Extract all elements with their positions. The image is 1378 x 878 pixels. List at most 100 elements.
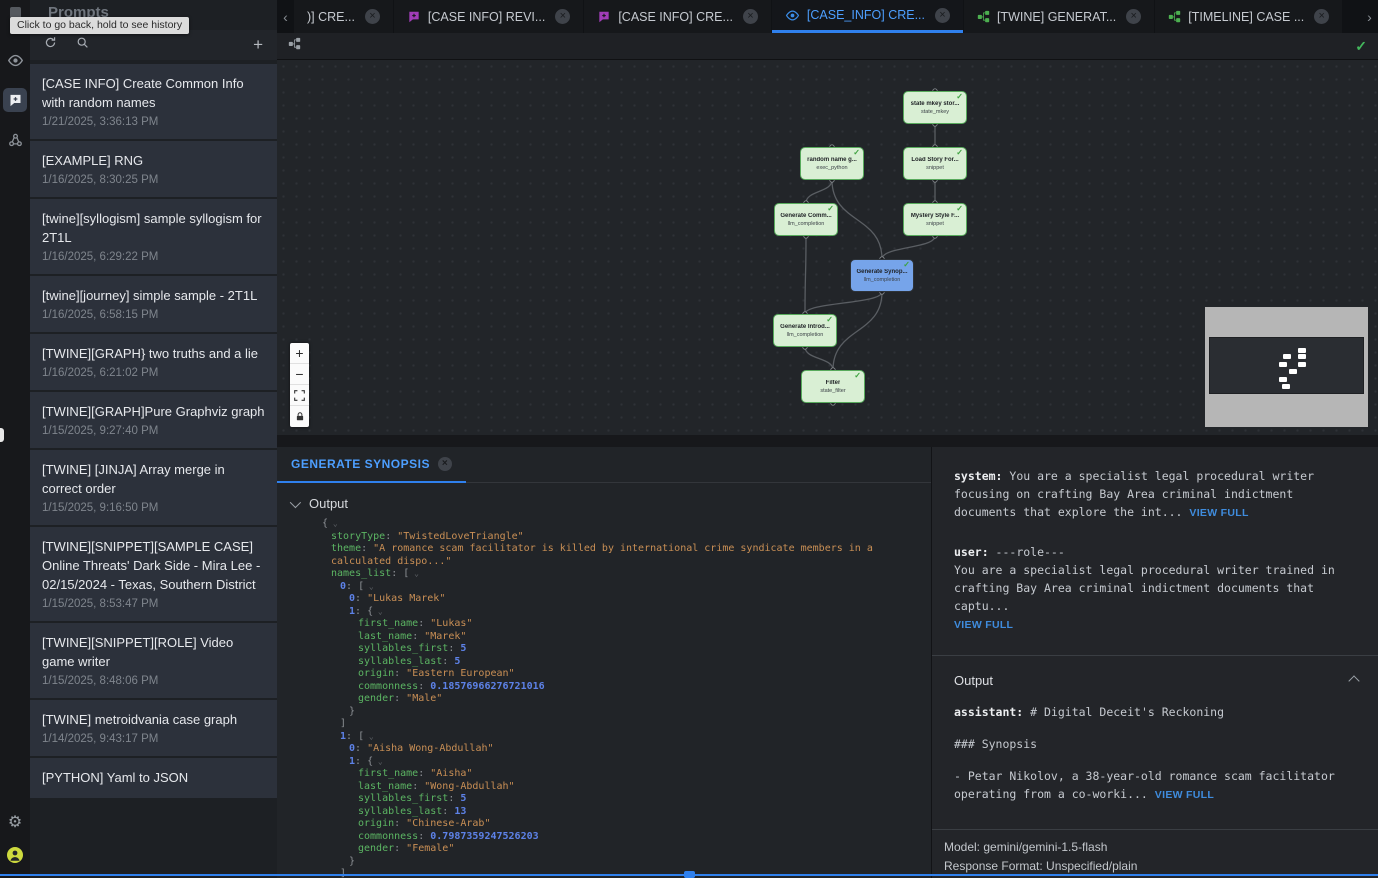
- flow-node-llm_completion[interactable]: Generate Comm...llm_completion✓: [774, 203, 838, 236]
- code-line: calculated dispo...": [322, 556, 931, 569]
- check-icon: ✓: [853, 148, 860, 157]
- node-output-panel: GENERATE SYNOPSIS × Output { ⌄storyType:…: [277, 447, 932, 878]
- prompt-timestamp: 1/16/2025, 8:30:25 PM: [42, 174, 265, 186]
- zoom-in-button[interactable]: +: [290, 343, 309, 364]
- code-line: 0: [ ⌄: [322, 581, 931, 594]
- json-output-tree[interactable]: { ⌄storyType: "TwistedLoveTriangle"theme…: [277, 518, 931, 878]
- system-role-label: system:: [954, 469, 1002, 483]
- minimap[interactable]: [1205, 307, 1368, 427]
- code-line: 0: "Aisha Wong-Abdullah": [322, 743, 931, 756]
- bottom-tab-label: GENERATE SYNOPSIS: [291, 457, 430, 471]
- minimap-node: [1298, 348, 1306, 353]
- node-title: Filter: [826, 380, 841, 386]
- model-info-footer: Model: gemini/gemini-1.5-flash Response …: [932, 829, 1378, 878]
- chat-icon: [407, 10, 421, 24]
- gear-icon[interactable]: ⚙: [8, 815, 22, 831]
- list-item[interactable]: [TWINE] [JINJA] Array merge in correct o…: [30, 450, 277, 525]
- lock-button[interactable]: [290, 406, 309, 427]
- close-icon[interactable]: ×: [438, 457, 452, 471]
- code-line: ]: [322, 868, 931, 878]
- left-panel-resize-handle[interactable]: [0, 428, 4, 442]
- check-icon: ✓: [956, 148, 963, 157]
- search-icon[interactable]: [76, 36, 89, 54]
- list-item[interactable]: [TWINE][SNIPPET][SAMPLE CASE] Online Thr…: [30, 527, 277, 621]
- assistant-text: - Petar Nikolov, a 38-year-old romance s…: [954, 769, 1335, 801]
- tabs-scroll-left[interactable]: ‹: [277, 0, 294, 33]
- flow-node-state_mkey[interactable]: state mkey stor...state_mkey✓: [903, 91, 967, 124]
- tabs-scroll-right[interactable]: ›: [1361, 0, 1378, 33]
- tab-3[interactable]: [CASE INFO] CRE...×: [584, 0, 771, 33]
- refresh-icon[interactable]: [44, 36, 57, 54]
- list-item[interactable]: [twine][syllogism] sample syllogism for …: [30, 199, 277, 274]
- zoom-out-button[interactable]: −: [290, 364, 309, 385]
- close-icon[interactable]: ×: [1126, 9, 1141, 24]
- tab-4[interactable]: [CASE_INFO] CRE...×: [772, 0, 963, 33]
- prompt-timestamp: 1/16/2025, 6:29:22 PM: [42, 251, 265, 263]
- list-item[interactable]: [CASE INFO] Create Common Info with rand…: [30, 64, 277, 139]
- flow-valid-check-icon: ✓: [1355, 38, 1367, 55]
- add-prompt-button[interactable]: +: [253, 35, 263, 55]
- node-title: Mystery Style F...: [911, 213, 959, 219]
- view-full-link[interactable]: VIEW FULL: [1189, 507, 1248, 519]
- list-item[interactable]: [TWINE][GRAPH} two truths and a lie1/16/…: [30, 334, 277, 390]
- node-subtitle: snippet: [926, 221, 944, 227]
- view-full-link[interactable]: VIEW FULL: [954, 619, 1013, 631]
- flow-node-exec_python[interactable]: random name g...exec_python✓: [800, 147, 864, 180]
- bottom-area: GENERATE SYNOPSIS × Output { ⌄storyType:…: [277, 447, 1378, 878]
- prompt-title: [TWINE] metroidvania case graph: [42, 710, 265, 729]
- list-item[interactable]: [TWINE][GRAPH]Pure Graphviz graph1/15/20…: [30, 392, 277, 448]
- prompts-chat-icon[interactable]: [3, 88, 27, 112]
- code-line: commonness: 0.18576966276721016: [322, 681, 931, 694]
- fit-view-button[interactable]: [290, 385, 309, 406]
- list-item[interactable]: [TWINE][SNIPPET][ROLE] Video game writer…: [30, 623, 277, 698]
- bottom-resize-grip[interactable]: [684, 871, 695, 878]
- list-item[interactable]: [twine][journey] simple sample - 2T1L1/1…: [30, 276, 277, 332]
- tab-label: )] CRE...: [307, 10, 355, 24]
- tab-6[interactable]: [TIMELINE] CASE ...×: [1155, 0, 1342, 33]
- main-area: ‹ )] CRE...×[CASE INFO] REVI...×[CASE IN…: [277, 0, 1378, 878]
- node-subtitle: state_mkey: [921, 109, 949, 115]
- close-icon[interactable]: ×: [365, 9, 380, 24]
- view-full-link[interactable]: VIEW FULL: [1155, 789, 1214, 801]
- flow-node-llm_completion[interactable]: Generate Synop...llm_completion✓: [850, 259, 914, 292]
- list-item[interactable]: [EXAMPLE] RNG1/16/2025, 8:30:25 PM: [30, 141, 277, 197]
- output-section-header[interactable]: Output: [277, 483, 931, 518]
- close-icon[interactable]: ×: [1314, 9, 1329, 24]
- close-icon[interactable]: ×: [935, 8, 950, 23]
- close-icon[interactable]: ×: [555, 9, 570, 24]
- code-line: 1: [ ⌄: [322, 731, 931, 744]
- tab-5[interactable]: [TWINE] GENERAT... ×: [964, 0, 1154, 33]
- tab-2[interactable]: [CASE INFO] REVI...×: [394, 0, 583, 33]
- code-line: gender: "Male": [322, 693, 931, 706]
- assistant-title: # Digital Deceit's Reckoning: [1023, 705, 1224, 719]
- node-subtitle: llm_completion: [864, 277, 901, 283]
- flow-node-snippet[interactable]: Mystery Style F...snippet✓: [903, 203, 967, 236]
- inspector-panel: system: You are a specialist legal proce…: [932, 447, 1378, 878]
- node-subtitle: llm_completion: [788, 221, 825, 227]
- tab-generate-synopsis[interactable]: GENERATE SYNOPSIS ×: [277, 448, 466, 483]
- flow-node-llm_completion[interactable]: Generate Introd...llm_completion✓: [773, 314, 837, 347]
- app-window: ⚙ Prompts + [CASE INFO] Create Common In…: [0, 0, 1378, 878]
- flow-graph-icon[interactable]: [288, 37, 301, 55]
- prompt-timestamp: 1/16/2025, 6:58:15 PM: [42, 309, 265, 321]
- prompt-title: [twine][syllogism] sample syllogism for …: [42, 209, 265, 247]
- flow-node-state_filter[interactable]: Filterstate_filter✓: [801, 370, 865, 403]
- flow-node-snippet[interactable]: Load Story For...snippet✓: [903, 147, 967, 180]
- list-item[interactable]: [PYTHON] Yaml to JSON: [30, 758, 277, 798]
- tab-label: [TWINE] GENERAT...: [997, 10, 1116, 24]
- inspector-output-header[interactable]: Output: [954, 656, 1360, 703]
- prompt-title: [CASE INFO] Create Common Info with rand…: [42, 74, 265, 112]
- eye-icon[interactable]: [3, 48, 27, 72]
- list-item[interactable]: [TWINE] metroidvania case graph1/14/2025…: [30, 700, 277, 756]
- node-subtitle: state_filter: [820, 388, 845, 394]
- close-icon[interactable]: ×: [743, 9, 758, 24]
- tab-1[interactable]: )] CRE... ×: [294, 0, 393, 33]
- check-icon: ✓: [903, 260, 910, 269]
- code-line: }: [322, 706, 931, 719]
- node-subtitle: llm_completion: [787, 332, 824, 338]
- assistant-heading: ### Synopsis: [954, 735, 1360, 753]
- horizontal-resize-divider[interactable]: [277, 435, 1378, 447]
- avatar[interactable]: [7, 847, 23, 868]
- flows-icon[interactable]: [3, 128, 27, 152]
- flow-canvas[interactable]: state mkey stor...state_mkey✓random name…: [277, 60, 1378, 435]
